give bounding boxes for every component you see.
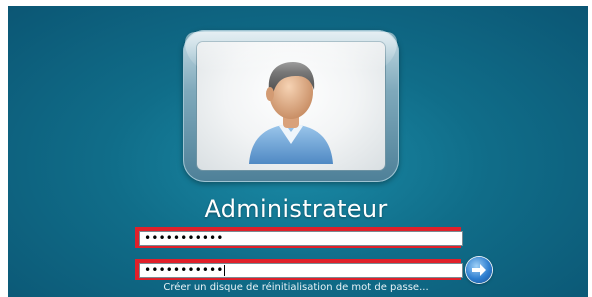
text-caret	[224, 265, 226, 276]
password-mask: •••••••••••	[144, 231, 224, 245]
submit-button[interactable]	[466, 257, 492, 283]
password-confirm-input[interactable]: •••••••••••	[139, 263, 463, 278]
arrow-right-icon	[472, 264, 486, 276]
user-tile	[183, 30, 399, 182]
top-margin	[0, 0, 592, 6]
right-margin	[588, 0, 592, 297]
user-name-label: Administrateur	[204, 195, 388, 223]
left-margin	[0, 0, 8, 297]
confirm-mask: •••••••••••	[144, 263, 224, 277]
confirm-field-highlight: •••••••••••	[135, 259, 463, 280]
user-avatar-icon	[249, 62, 333, 164]
user-picture-frame	[197, 42, 385, 170]
login-screen: Administrateur ••••••••••• ••••••••••• C…	[0, 0, 592, 297]
password-input[interactable]: •••••••••••	[139, 231, 463, 246]
password-field-highlight: •••••••••••	[135, 227, 463, 248]
reset-password-disk-link[interactable]: Créer un disque de réinitialisation de m…	[0, 282, 592, 293]
